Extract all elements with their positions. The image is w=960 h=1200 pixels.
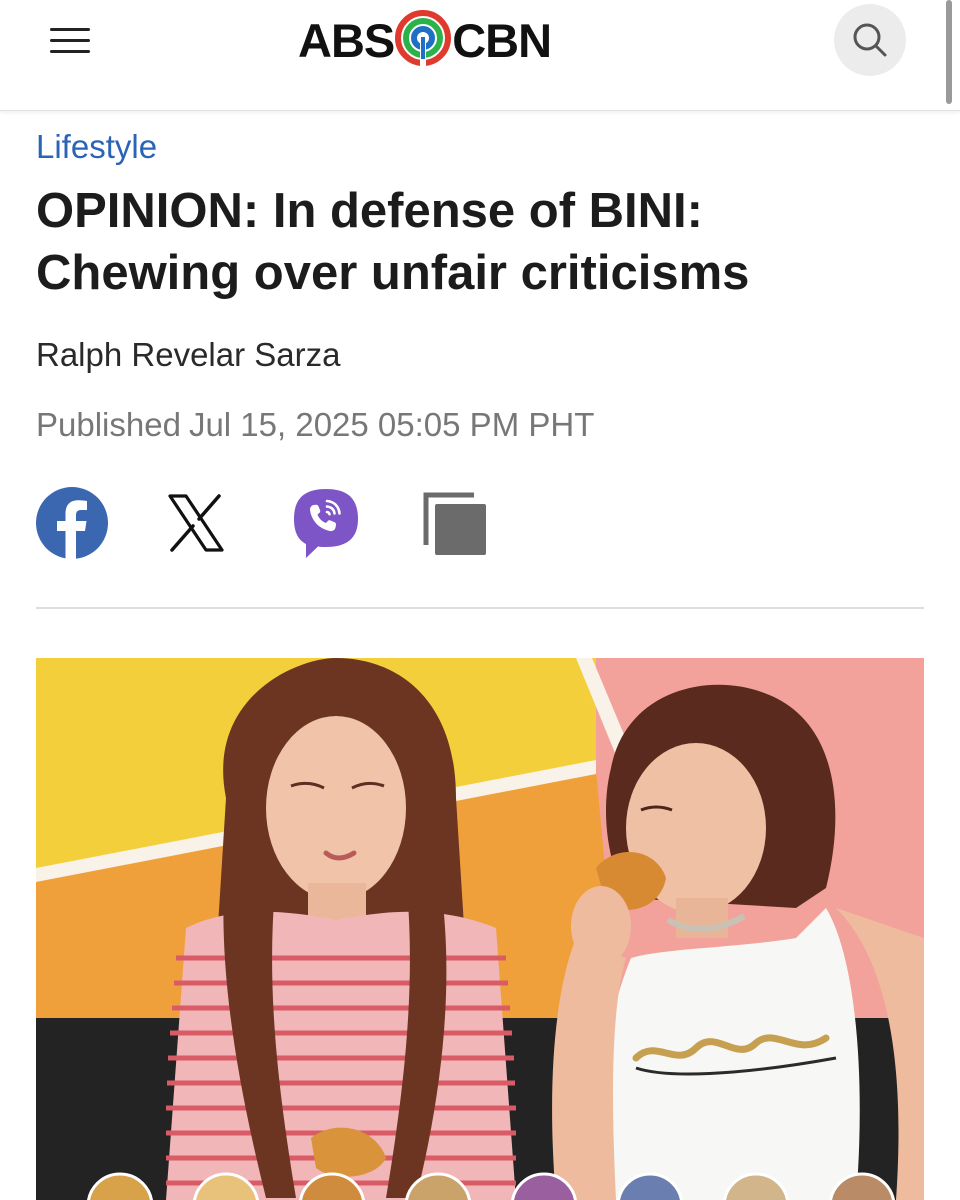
logo-text-left: ABS [298, 13, 395, 67]
published-label: Published [36, 406, 181, 443]
author-name[interactable]: Ralph Revelar Sarza [36, 336, 340, 374]
search-icon [853, 23, 887, 57]
copy-icon [423, 492, 486, 555]
x-share-button[interactable] [166, 493, 226, 558]
abs-cbn-logo[interactable]: ABS CBN [298, 9, 552, 71]
copy-link-button[interactable] [422, 491, 488, 562]
logo-rings-icon [395, 9, 452, 71]
viber-icon [294, 489, 358, 558]
category-link[interactable]: Lifestyle [36, 128, 157, 166]
logo-text-right: CBN [452, 13, 552, 67]
scrollbar-thumb[interactable] [946, 0, 952, 104]
headline-line-1: OPINION: In defense of BINI: [36, 184, 703, 238]
viber-share-button[interactable] [292, 487, 360, 566]
divider [36, 607, 924, 609]
facebook-share-button[interactable] [36, 487, 108, 564]
top-navigation-bar: ABS CBN [0, 0, 960, 111]
published-info: Published Jul 15, 2025 05:05 PM PHT [36, 406, 594, 444]
hamburger-menu-icon[interactable] [50, 22, 100, 58]
x-icon [168, 494, 224, 552]
facebook-icon [36, 487, 108, 559]
search-button[interactable] [834, 4, 906, 76]
article-hero-image [36, 658, 924, 1200]
published-date: Jul 15, 2025 05:05 PM PHT [188, 406, 595, 443]
article-headline: OPINION: In defense of BINI: Chewing ove… [36, 180, 916, 304]
headline-line-2: Chewing over unfair criticisms [36, 246, 750, 300]
article-page: ABS CBN Lifestyle OPINION: In defense of… [0, 0, 960, 1200]
